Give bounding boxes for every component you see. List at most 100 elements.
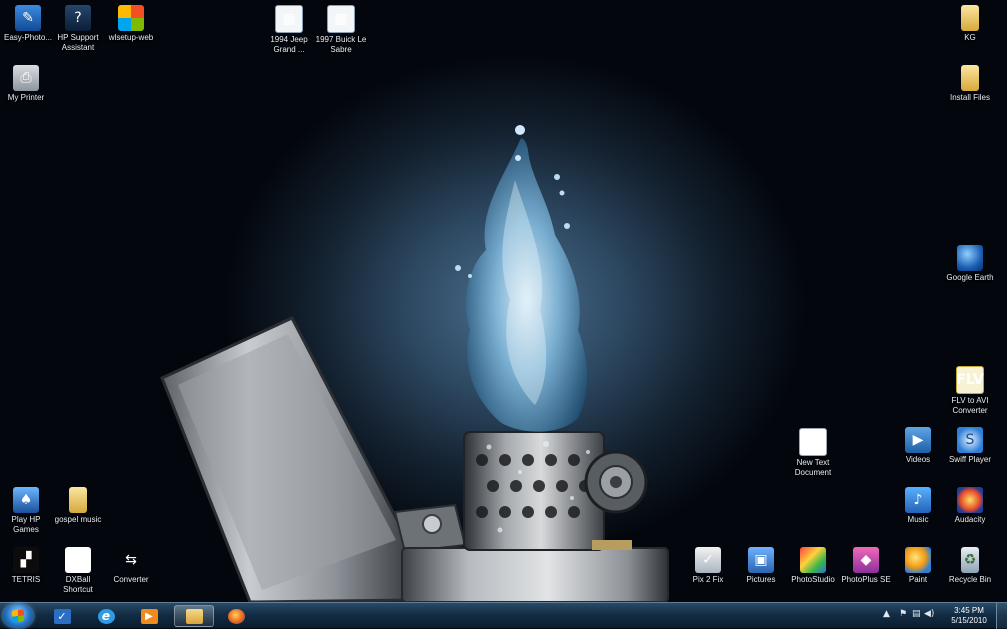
icon-label: Videos [905,455,931,464]
icon-label: 1997 Buick Le Sabre [315,35,367,54]
hp-support-icon: ✓ [53,608,71,624]
icon-label: My Printer [7,93,45,102]
icon-label: PhotoStudio [791,575,835,584]
action-center-icon[interactable]: ⚑ [899,609,907,619]
folder-icon [69,487,87,513]
icon-label: Play HP Games [11,515,41,534]
network-icon[interactable]: ▤ [912,609,921,619]
icon-label: Music [907,515,929,524]
printer-icon: ⎙ [13,65,39,91]
icon-label: wlsetup-web [108,33,154,42]
desktop-icon-google-earth[interactable]: Google Earth [942,245,998,283]
desktop-icon-easy-photo[interactable]: ✎ Easy-Photo... [0,5,56,43]
windows-live-icon [118,5,144,31]
text-document-icon: ≡ [799,428,827,456]
desktop-icon-flv-to-avi[interactable]: FLV FLV to AVI Converter [942,366,998,415]
taskbar-firefox[interactable]: ● [218,605,254,627]
icon-label: HP Support Assistant [57,33,99,52]
swiff-player-icon: S [957,427,983,453]
icon-label: PhotoPlus SE [841,575,891,584]
icon-label: Install Files [949,93,990,102]
folder-icon [961,65,979,91]
icon-label: New Text Document [794,458,832,477]
photoplus-icon: ◆ [853,547,879,573]
desktop-icon-pictures[interactable]: ▣ Pictures [733,547,789,585]
desktop-icon-1994-jeep[interactable]: ▦ 1994 Jeep Grand ... [261,5,317,54]
icon-label: Converter [113,575,149,584]
desktop-icon-videos[interactable]: ▶ Videos [890,427,946,465]
icon-label: KG [964,33,976,42]
icon-label: Paint [908,575,928,584]
icon-label: Audacity [954,515,986,524]
icon-label: Swiff Player [948,455,992,464]
icon-label: Pix 2 Fix [692,575,724,584]
volume-icon[interactable]: ◀) [924,609,934,619]
paint-icon [905,547,931,573]
clock-date: 5/15/2010 [951,616,987,625]
desktop-icon-my-printer[interactable]: ⎙ My Printer [0,65,54,103]
dxball-icon: ▤ [65,547,91,573]
desktop-icon-recycle-bin[interactable]: ♻ Recycle Bin [942,547,998,585]
photostudio-icon [800,547,826,573]
desktop-icon-1997-buick[interactable]: ▦ 1997 Buick Le Sabre [313,5,369,54]
desktop-icon-new-text-document[interactable]: ≡ New Text Document [785,428,841,477]
wallpaper-lighter-water-flame [160,125,669,602]
desktop-icon-install-files[interactable]: Install Files [942,65,998,103]
music-icon: ♪ [905,487,931,513]
desktop-icon-dxball-shortcut[interactable]: ▤ DXBall Shortcut [50,547,106,594]
folder-icon [185,608,203,624]
hp-support-icon: ? [65,5,91,31]
audacity-icon [957,487,983,513]
icon-label: Easy-Photo... [3,33,53,42]
recycle-bin-icon: ♻ [961,547,979,573]
desktop-icon-photoplus-se[interactable]: ◆ PhotoPlus SE [838,547,894,585]
icon-label: DXBall Shortcut [63,575,93,594]
desktop-icon-converter[interactable]: ⇆ Converter [103,547,159,585]
icon-label: TETRIS [11,575,41,584]
clock-time: 3:45 PM [954,606,984,615]
desktop-icon-photostudio[interactable]: PhotoStudio [785,547,841,585]
internet-explorer-icon: e [97,608,115,624]
desktop-icon-swiff-player[interactable]: S Swiff Player [942,427,998,465]
taskbar-media-player[interactable]: ▶ [131,605,167,627]
desktop-icon-paint[interactable]: Paint [890,547,946,585]
videos-icon: ▶ [905,427,931,453]
system-tray: ▲ ⚑ ▤ ◀) 3:45 PM 5/15/2010 [879,603,1007,629]
taskbar: ✓ e ▶ ● ▲ ⚑ ▤ ◀) 3:45 PM 5/15/2010 [0,602,1007,629]
taskbar-windows-explorer[interactable] [174,605,214,627]
taskbar-hp-support[interactable]: ✓ [44,605,80,627]
desktop-icon-audacity[interactable]: Audacity [942,487,998,525]
pix-fix-icon: ✓ [695,547,721,573]
games-icon: ♠ [13,487,39,513]
icon-label: Recycle Bin [948,575,992,584]
flv-converter-icon: FLV [956,366,984,394]
icon-label: FLV to AVI Converter [951,396,989,415]
show-hidden-icons-icon[interactable]: ▲ [883,609,890,619]
tetris-icon: ▞ [13,547,39,573]
folder-icon [961,5,979,31]
taskbar-internet-explorer[interactable]: e [88,605,124,627]
start-button[interactable] [3,604,33,628]
icon-label: Pictures [746,575,776,584]
desktop-icon-kg[interactable]: KG [942,5,998,43]
show-desktop-button[interactable] [996,603,1007,629]
icon-label: gospel music [54,515,102,524]
firefox-icon: ● [227,608,245,624]
spreadsheet-icon: ▦ [275,5,303,33]
globe-icon [957,245,983,271]
desktop-icon-tetris[interactable]: ▞ TETRIS [0,547,54,585]
desktop-icon-wlsetup-web[interactable]: wlsetup-web [103,5,159,43]
converter-icon: ⇆ [125,552,137,568]
desktop-icon-pix-2-fix[interactable]: ✓ Pix 2 Fix [680,547,736,585]
desktop[interactable]: ✎ Easy-Photo... ? HP Support Assistant w… [0,0,1007,602]
desktop-icon-gospel-music[interactable]: gospel music [50,487,106,525]
icon-label: Google Earth [946,273,994,282]
pictures-icon: ▣ [748,547,774,573]
desktop-icon-hp-support-assistant[interactable]: ? HP Support Assistant [50,5,106,52]
photo-editor-icon: ✎ [15,5,41,31]
desktop-icon-music[interactable]: ♪ Music [890,487,946,525]
media-player-icon: ▶ [140,608,158,624]
clock[interactable]: 3:45 PM 5/15/2010 [945,606,993,626]
spreadsheet-icon: ▦ [327,5,355,33]
desktop-icon-play-hp-games[interactable]: ♠ Play HP Games [0,487,54,534]
